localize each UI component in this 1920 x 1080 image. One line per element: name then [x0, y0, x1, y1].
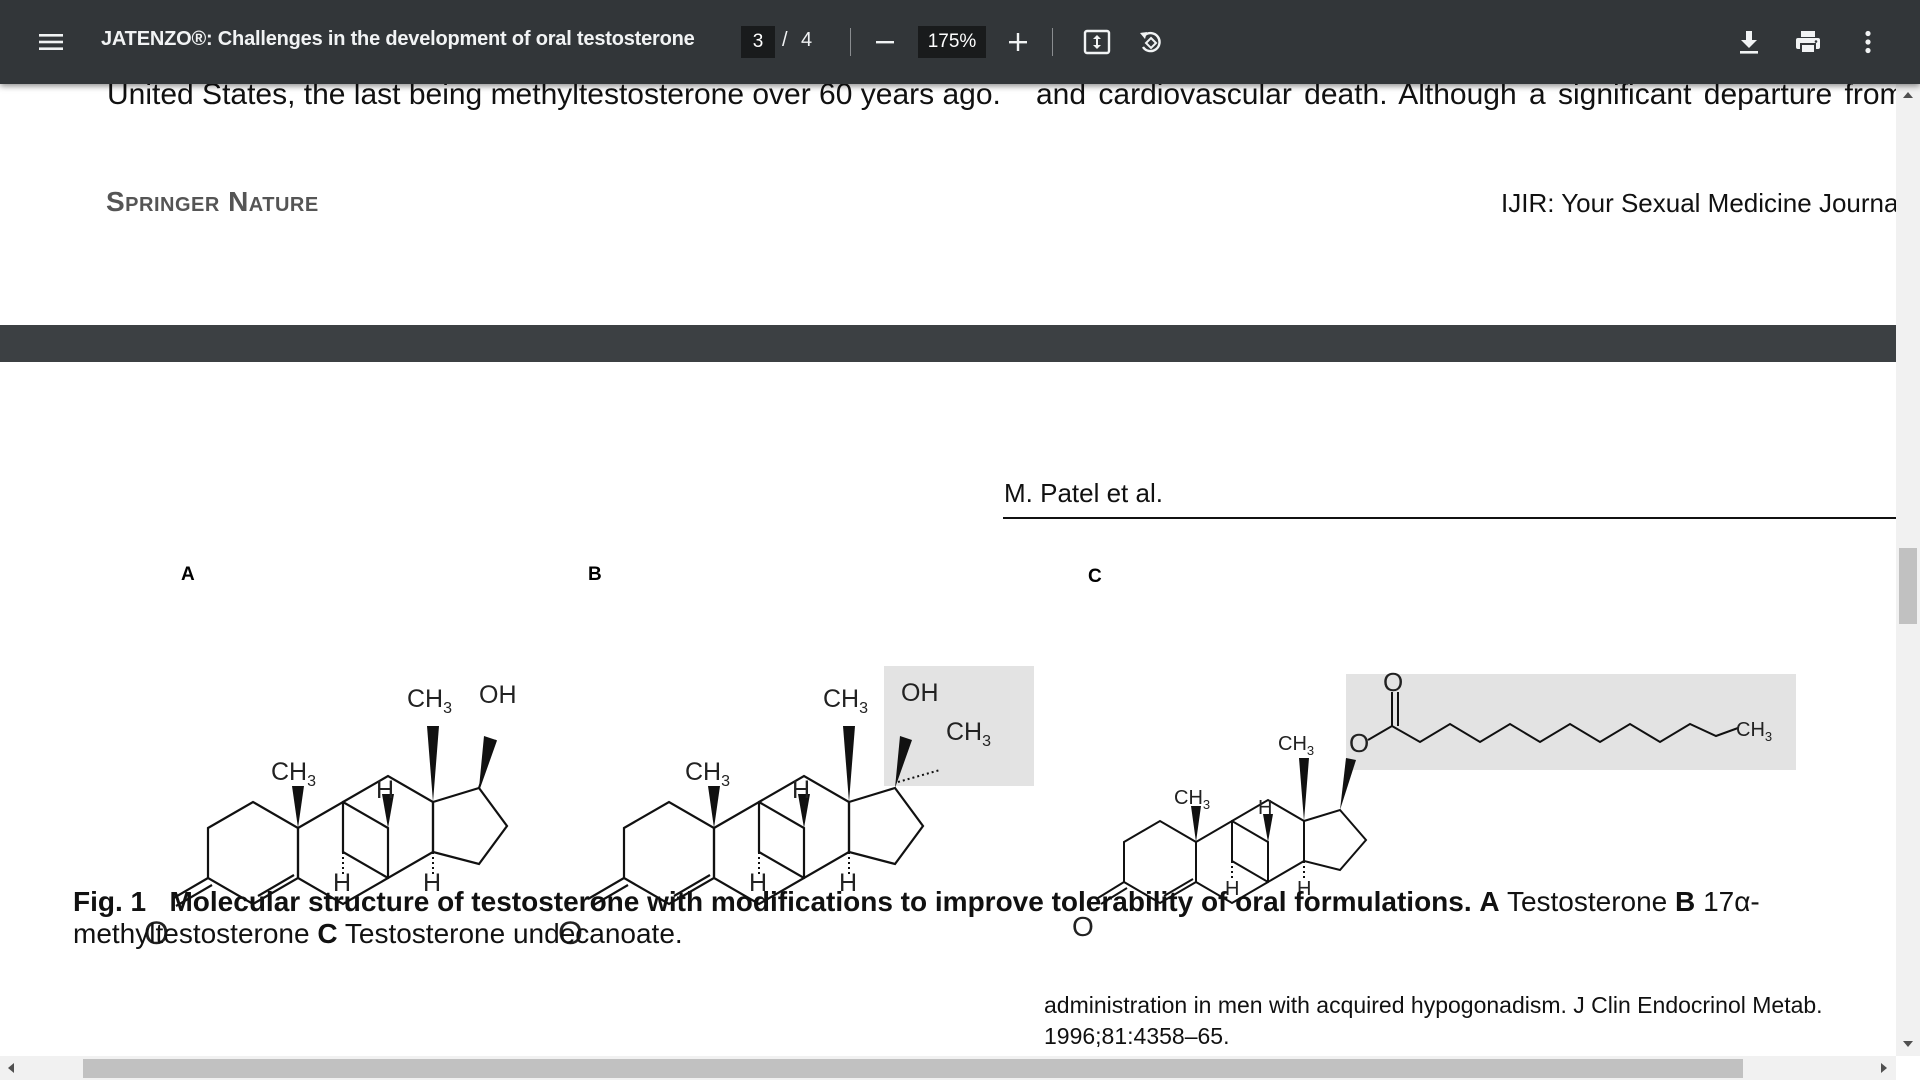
- page-separator: /: [782, 29, 788, 51]
- journal-footer: IJIR: Your Sexual Medicine Journal: [1501, 188, 1896, 218]
- svg-text:H: H: [1258, 797, 1272, 819]
- caption-bold-text: Molecular structure of testosterone with…: [169, 886, 1472, 917]
- body-text-left: United States, the last being methyltest…: [107, 84, 1001, 111]
- menu-icon: [39, 34, 63, 50]
- document-title: JATENZO®: Challenges in the development …: [101, 28, 695, 50]
- svg-text:O: O: [1383, 667, 1403, 697]
- toolbar-divider: [850, 28, 851, 56]
- header-rule: [1003, 517, 1896, 519]
- download-icon: [1740, 31, 1758, 54]
- more-options-button[interactable]: [1846, 20, 1890, 64]
- figure-caption: Fig. 1 Molecular structure of testostero…: [73, 886, 1873, 950]
- print-icon: [1796, 31, 1820, 54]
- more-vert-icon: [1865, 30, 1871, 54]
- zoom-out-button[interactable]: [863, 20, 907, 64]
- scroll-right-arrow[interactable]: [1881, 1063, 1887, 1073]
- svg-text:CH3: CH3: [823, 685, 868, 717]
- horizontal-scrollbar-thumb[interactable]: [83, 1059, 1743, 1078]
- svg-text:CH3: CH3: [1174, 787, 1210, 812]
- reference-entry: administration in men with acquired hypo…: [1044, 992, 1823, 1049]
- caption-key-a: A: [1479, 886, 1500, 917]
- svg-text:CH3: CH3: [685, 758, 730, 790]
- toolbar-divider: [1052, 28, 1053, 56]
- menu-button[interactable]: [29, 20, 73, 64]
- fit-page-icon: [1083, 29, 1111, 55]
- caption-text-c: Testosterone undecanoate.: [344, 918, 683, 949]
- page-number-input[interactable]: 3: [741, 26, 775, 58]
- zoom-in-button[interactable]: [996, 20, 1040, 64]
- ester-chain-highlight: [1346, 674, 1796, 770]
- pdf-toolbar: JATENZO®: Challenges in the development …: [0, 0, 1920, 84]
- document-viewport[interactable]: United States, the last being methyltest…: [0, 84, 1896, 1056]
- scroll-down-arrow[interactable]: [1903, 1041, 1913, 1047]
- download-button[interactable]: [1727, 20, 1771, 64]
- scroll-up-arrow[interactable]: [1903, 92, 1913, 98]
- vertical-scrollbar-thumb[interactable]: [1899, 548, 1917, 624]
- svg-text:CH3: CH3: [271, 758, 316, 790]
- caption-key-b: B: [1675, 886, 1696, 917]
- caption-text-a: Testosterone: [1506, 886, 1668, 917]
- scroll-left-arrow[interactable]: [8, 1063, 14, 1073]
- rotate-button[interactable]: [1129, 20, 1173, 64]
- svg-text:H: H: [792, 776, 810, 804]
- page-gap: [0, 325, 1896, 362]
- zoom-level-input[interactable]: 175%: [918, 26, 986, 58]
- fit-page-button[interactable]: [1075, 20, 1119, 64]
- svg-text:CH3: CH3: [1278, 733, 1314, 758]
- body-text-right: and cardiovascular death. Although a sig…: [1036, 84, 1896, 111]
- print-button[interactable]: [1786, 20, 1830, 64]
- caption-key-c: C: [317, 918, 338, 949]
- caption-fig-number: Fig. 1: [73, 886, 147, 917]
- svg-text:OH: OH: [479, 681, 517, 709]
- rotate-icon: [1140, 31, 1161, 53]
- publisher-logo: Springer Nature: [106, 186, 319, 217]
- svg-text:H: H: [376, 776, 394, 804]
- zoom-in-icon: [1009, 33, 1027, 51]
- svg-text:O: O: [1349, 728, 1369, 758]
- svg-text:OH: OH: [901, 679, 939, 707]
- running-header-author: M. Patel et al.: [1004, 478, 1163, 508]
- svg-text:CH3: CH3: [407, 685, 452, 717]
- page-total: 4: [801, 29, 813, 51]
- zoom-out-icon: [876, 41, 894, 44]
